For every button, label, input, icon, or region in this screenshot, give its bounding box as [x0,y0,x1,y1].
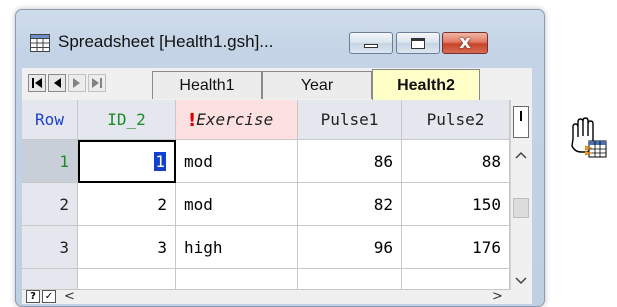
tab-health1[interactable]: Health1 [152,71,262,99]
previous-sheet-button[interactable] [48,74,66,92]
bottom-bar: ? ✓ < > [22,289,532,304]
row-number-partial [22,269,78,290]
cell-partial [78,269,176,290]
scroll-right-icon[interactable]: > [492,289,503,304]
cell-pulse1[interactable]: 86 [298,140,402,183]
grab-hand-icon [571,117,607,158]
selected-text: 1 [154,152,166,171]
scroll-left-icon[interactable]: < [64,289,75,304]
maximize-button[interactable] [396,32,440,54]
next-sheet-icon [73,78,80,88]
split-handle-icon[interactable] [513,106,529,138]
header-row[interactable]: Row [22,100,78,140]
vertical-scrollbar[interactable] [510,100,532,290]
header-pulse1[interactable]: Pulse1 [298,100,402,140]
last-sheet-icon [92,78,102,88]
close-icon: x [459,32,471,53]
last-sheet-button[interactable] [88,74,106,92]
row-number[interactable]: 2 [22,183,78,226]
tab-year[interactable]: Year [262,71,372,99]
first-sheet-button[interactable] [28,74,46,92]
cell-id-2[interactable]: 1 [78,140,176,183]
client-area: Health1 Year Health2 Row ID_2 !Exercise … [22,68,532,304]
cell-pulse1[interactable]: 82 [298,183,402,226]
string-variable-marker: ! [188,110,197,131]
row-number[interactable]: 3 [22,226,78,269]
previous-sheet-icon [54,78,61,88]
minimize-button[interactable] [349,32,393,54]
header-pulse2[interactable]: Pulse2 [402,100,510,140]
next-sheet-button[interactable] [68,74,86,92]
row-number[interactable]: 1 [22,140,78,183]
scroll-thumb[interactable] [513,198,529,218]
cell-partial [402,269,510,290]
header-exercise[interactable]: !Exercise [176,100,298,140]
cell-pulse2[interactable]: 176 [402,226,510,269]
cell-id-2[interactable]: 2 [78,183,176,226]
header-exercise-label: Exercise [196,110,274,129]
cell-pulse2[interactable]: 88 [402,140,510,183]
sheet-tab-bar: Health1 Year Health2 [22,68,532,100]
maximize-icon [411,38,425,49]
spreadsheet-window: Spreadsheet [Health1.gsh]... x Health1 Y… [15,9,545,307]
cell-exercise[interactable]: high [176,226,298,269]
tab-health2[interactable]: Health2 [372,69,480,100]
cell-exercise[interactable]: mod [176,140,298,183]
window-title: Spreadsheet [Health1.gsh]... [58,32,274,51]
title-bar[interactable]: Spreadsheet [Health1.gsh]... x [16,10,544,68]
cell-exercise[interactable]: mod [176,183,298,226]
minimize-icon [364,44,378,48]
cell-partial [176,269,298,290]
cell-pulse1[interactable]: 96 [298,226,402,269]
help-checkbox[interactable]: ? [26,290,40,303]
check-checkbox[interactable]: ✓ [42,290,56,303]
data-grid: Row ID_2 !Exercise Pulse1 Pulse2 1 1 mod… [22,100,510,290]
first-sheet-icon [32,78,42,88]
spreadsheet-app-icon [30,34,50,52]
cell-partial [298,269,402,290]
scroll-down-icon[interactable] [515,276,527,286]
cell-id-2[interactable]: 3 [78,226,176,269]
close-button[interactable]: x [442,32,488,54]
header-id-2[interactable]: ID_2 [78,100,176,140]
cell-pulse2[interactable]: 150 [402,183,510,226]
scroll-up-icon[interactable] [515,150,527,160]
